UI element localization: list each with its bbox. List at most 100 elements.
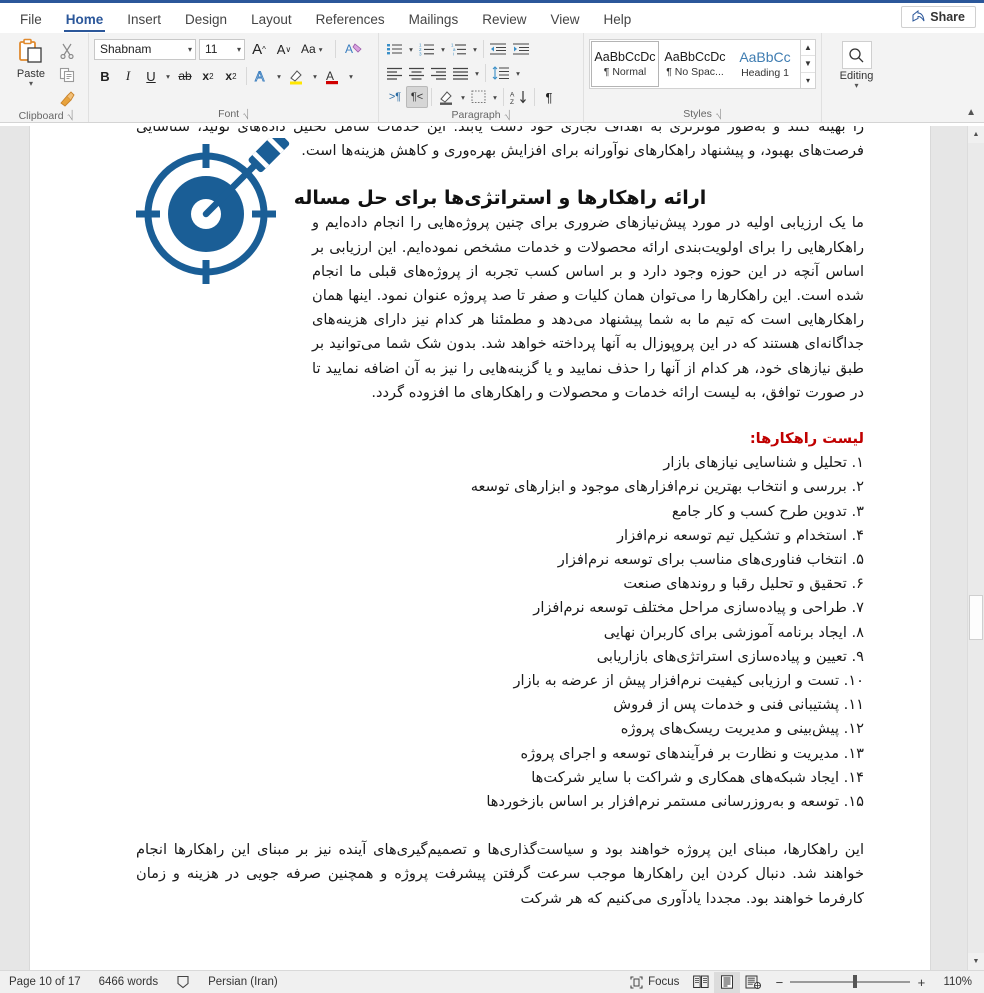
- tab-mailings[interactable]: Mailings: [397, 9, 471, 33]
- subscript-icon[interactable]: x2: [197, 65, 219, 87]
- scrollbar-thumb[interactable]: [969, 595, 983, 640]
- font-dialog-launcher-icon[interactable]: ⎷: [243, 109, 249, 120]
- tab-file[interactable]: File: [8, 9, 54, 33]
- clipboard-dialog-launcher-icon[interactable]: ⎷: [68, 110, 74, 121]
- language-indicator[interactable]: Persian (Iran): [199, 976, 287, 988]
- ribbon-group-font: Shabnam ▾ 11 ▾ A ^ A ∨ Aa ▾ A B I U ▾ ab…: [88, 33, 378, 122]
- tab-design[interactable]: Design: [173, 9, 239, 33]
- page-indicator[interactable]: Page 10 of 17: [0, 976, 90, 988]
- increase-indent-icon[interactable]: [510, 38, 533, 60]
- styles-more-icon[interactable]: ▾: [801, 73, 815, 88]
- paragraph-dialog-launcher-icon[interactable]: ⎷: [505, 110, 511, 121]
- format-painter-icon[interactable]: [57, 89, 77, 109]
- editing-button[interactable]: Editing ▾: [829, 35, 885, 90]
- proofing-errors-icon[interactable]: [167, 975, 199, 989]
- clear-formatting-icon[interactable]: A: [342, 38, 366, 60]
- decrease-indent-icon[interactable]: [487, 38, 510, 60]
- font-color-chevron-down-icon[interactable]: ▾: [346, 72, 356, 81]
- print-layout-view-button[interactable]: [714, 971, 741, 993]
- show-formatting-marks-icon[interactable]: ¶: [538, 86, 560, 108]
- tab-view[interactable]: View: [538, 9, 591, 33]
- collapse-ribbon-icon[interactable]: ▲: [966, 107, 976, 118]
- multilevel-chevron-down-icon[interactable]: ▾: [470, 45, 480, 54]
- justify-chevron-down-icon[interactable]: ▾: [472, 69, 482, 78]
- word-count[interactable]: 6466 words: [90, 976, 167, 988]
- document-page[interactable]: را بهینه کنند و به‌طور موثرتری به اهداف …: [30, 126, 930, 970]
- share-button[interactable]: Share: [901, 6, 976, 28]
- style-heading-1[interactable]: AaBbCс Heading 1: [731, 41, 799, 87]
- zoom-level[interactable]: 110%: [934, 976, 984, 988]
- line-spacing-icon[interactable]: [489, 62, 513, 84]
- list-item: ۶. تحقیق و تحلیل رقبا و روندهای صنعت: [623, 575, 864, 593]
- tab-home[interactable]: Home: [54, 9, 116, 33]
- justify-icon[interactable]: [450, 62, 472, 84]
- shrink-font-icon[interactable]: A ∨: [273, 38, 295, 60]
- zoom-in-button[interactable]: +: [916, 975, 926, 990]
- ltr-text-direction-icon[interactable]: >¶: [384, 86, 406, 108]
- read-mode-view-button[interactable]: [688, 972, 714, 993]
- focus-button[interactable]: Focus: [621, 975, 688, 989]
- scroll-up-icon[interactable]: ▲: [968, 126, 984, 143]
- strikethrough-icon[interactable]: ab: [174, 65, 196, 87]
- web-layout-view-button[interactable]: [740, 972, 766, 993]
- rtl-text-direction-icon[interactable]: ¶<: [406, 86, 428, 108]
- vertical-scrollbar[interactable]: ▲ ▼: [967, 126, 984, 970]
- zoom-slider[interactable]: − +: [766, 975, 934, 990]
- styles-dialog-launcher-icon[interactable]: ⎷: [716, 109, 722, 120]
- bullets-icon[interactable]: [384, 38, 406, 60]
- text-effects-icon[interactable]: A: [251, 65, 273, 87]
- list-item: ۱۵. توسعه و به‌روزرسانی مستمر نرم‌افزار …: [486, 793, 864, 811]
- styles-scroll-up-icon[interactable]: ▲: [801, 40, 815, 57]
- tab-references[interactable]: References: [304, 9, 397, 33]
- numbering-chevron-down-icon[interactable]: ▾: [438, 45, 448, 54]
- tab-insert[interactable]: Insert: [115, 9, 173, 33]
- align-right-icon[interactable]: [428, 62, 450, 84]
- scroll-down-icon[interactable]: ▼: [968, 953, 984, 970]
- font-color-icon[interactable]: A: [321, 65, 345, 87]
- copy-icon[interactable]: [57, 65, 77, 85]
- zoom-out-button[interactable]: −: [774, 975, 784, 990]
- align-left-icon[interactable]: [384, 62, 406, 84]
- styles-gallery-scroll: ▲ ▼ ▾: [800, 40, 815, 88]
- scrollbar-track[interactable]: [968, 143, 984, 953]
- text-highlight-icon[interactable]: [285, 65, 309, 87]
- tab-help[interactable]: Help: [592, 9, 644, 33]
- style-no-spacing[interactable]: AaBbCcDc ¶ No Spac...: [661, 41, 729, 87]
- center-align-icon[interactable]: [406, 62, 428, 84]
- share-label: Share: [930, 10, 965, 24]
- borders-icon[interactable]: [468, 86, 490, 108]
- line-spacing-chevron-down-icon[interactable]: ▾: [513, 69, 523, 78]
- underline-chevron-down-icon[interactable]: ▾: [163, 72, 173, 81]
- change-case-icon[interactable]: Aa ▾: [298, 38, 329, 60]
- sort-icon[interactable]: AZ: [507, 86, 531, 108]
- editing-chevron-down-icon[interactable]: ▾: [854, 82, 858, 90]
- cut-icon[interactable]: [57, 41, 77, 61]
- italic-icon[interactable]: I: [117, 65, 139, 87]
- document-content[interactable]: را بهینه کنند و به‌طور موثرتری به اهداف …: [136, 126, 864, 911]
- text-effects-chevron-down-icon[interactable]: ▾: [274, 72, 284, 81]
- multilevel-list-icon[interactable]: 1ai: [448, 38, 470, 60]
- tab-layout[interactable]: Layout: [239, 9, 304, 33]
- superscript-icon[interactable]: x2: [220, 65, 242, 87]
- grow-font-icon[interactable]: A ^: [248, 38, 270, 60]
- underline-icon[interactable]: U: [140, 65, 162, 87]
- bold-icon[interactable]: B: [94, 65, 116, 87]
- paste-button[interactable]: Paste ▾: [9, 37, 53, 88]
- font-size-combo[interactable]: 11 ▾: [199, 38, 245, 60]
- zoom-thumb[interactable]: [853, 975, 858, 989]
- font-name-combo[interactable]: Shabnam ▾: [94, 38, 196, 60]
- zoom-track[interactable]: [790, 975, 911, 989]
- share-icon: [912, 9, 925, 25]
- search-icon: [841, 41, 872, 69]
- paste-dropdown-chevron-icon[interactable]: ▾: [29, 80, 33, 88]
- highlight-chevron-down-icon[interactable]: ▾: [310, 72, 320, 81]
- style-normal[interactable]: AaBbCcDc ¶ Normal: [591, 41, 659, 87]
- bullets-chevron-down-icon[interactable]: ▾: [406, 45, 416, 54]
- borders-chevron-down-icon[interactable]: ▾: [490, 93, 500, 102]
- shading-chevron-down-icon[interactable]: ▾: [458, 93, 468, 102]
- document-area: را بهینه کنند و به‌طور موثرتری به اهداف …: [0, 126, 984, 970]
- numbering-icon[interactable]: 123: [416, 38, 438, 60]
- tab-review[interactable]: Review: [470, 9, 538, 33]
- shading-icon[interactable]: [435, 86, 458, 108]
- styles-scroll-down-icon[interactable]: ▼: [801, 56, 815, 73]
